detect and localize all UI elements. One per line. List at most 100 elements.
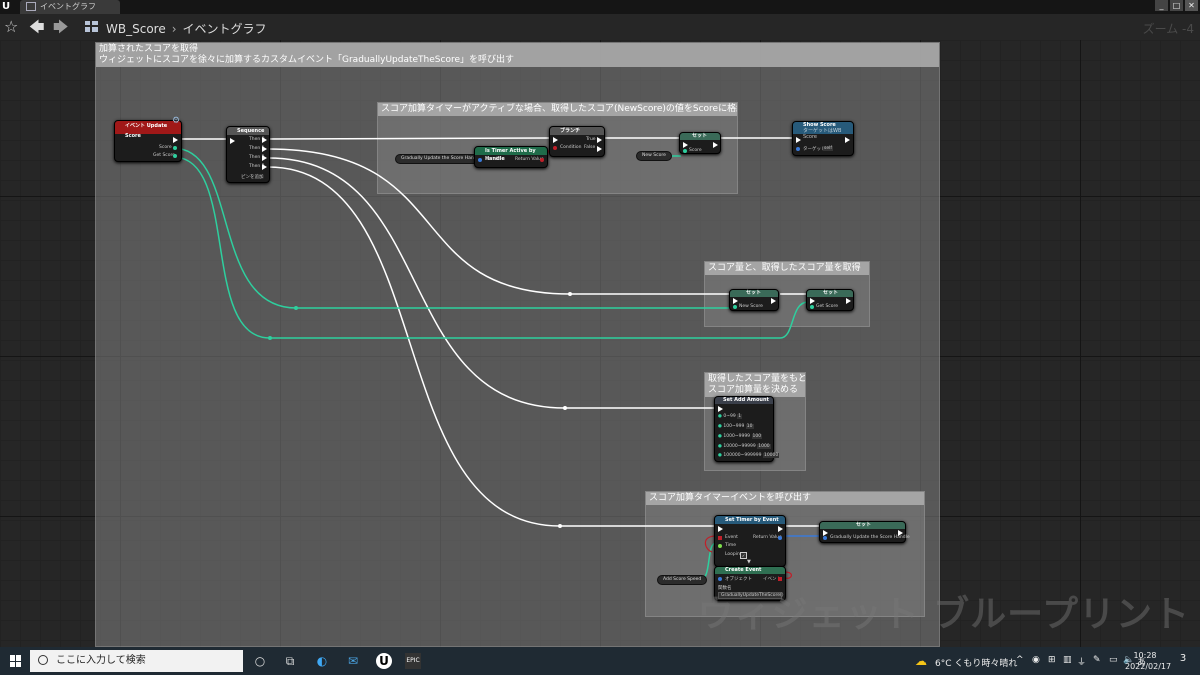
add-score-speed-getter[interactable]: Add Score Speed bbox=[657, 575, 708, 585]
reroute-node[interactable] bbox=[558, 524, 562, 528]
then-2-pin[interactable] bbox=[262, 155, 267, 161]
false-pin[interactable] bbox=[597, 146, 602, 152]
clock[interactable]: 10:28 2022/02/17 bbox=[1125, 650, 1171, 672]
range-value-1[interactable]: 10 bbox=[745, 424, 754, 429]
condition-dot[interactable] bbox=[553, 146, 557, 150]
unreal-engine-icon[interactable]: U bbox=[376, 653, 392, 669]
sequence-node[interactable]: Sequence Then 0 Then 1 Then 2 Then 3 ピンを… bbox=[226, 126, 270, 183]
range-value-0[interactable]: 1 bbox=[737, 414, 743, 419]
set-new-score-pin: New Score bbox=[739, 304, 763, 309]
set-new-score-node[interactable]: セット New Score bbox=[729, 289, 779, 311]
set-handle-node[interactable]: セット Gradually Update the Score Handle bbox=[819, 521, 910, 543]
handle-getter[interactable]: Gradually Update the Score Handle bbox=[395, 154, 487, 164]
breadcrumb-asset[interactable]: WB_Score bbox=[106, 22, 166, 36]
create-event-title: Create Event bbox=[725, 567, 762, 573]
forward-arrow-icon[interactable]: 🡆 bbox=[53, 17, 69, 42]
weather-text[interactable]: 6°C くもり時々晴れ bbox=[935, 656, 1017, 669]
exec-out-pin[interactable] bbox=[173, 137, 178, 143]
exec-out-pin[interactable] bbox=[771, 298, 776, 304]
range-value-4[interactable]: 10000 bbox=[762, 453, 780, 458]
return-out-dot[interactable] bbox=[540, 158, 544, 162]
set-get-score-node[interactable]: セット Get Score bbox=[806, 289, 854, 311]
set-timer-by-event-node[interactable]: Set Timer by Event Event Return Value Ti… bbox=[714, 515, 786, 567]
return-out-dot[interactable] bbox=[778, 536, 782, 540]
tray-app3-icon[interactable]: ▥ bbox=[1063, 655, 1072, 665]
get-score-in-dot[interactable] bbox=[810, 305, 814, 309]
cortana-icon[interactable]: ○ bbox=[252, 653, 268, 669]
set-add-amount-node[interactable]: Set Add Amount ● 0~99 1 ● 100~999 10 ● 1… bbox=[714, 396, 780, 462]
expand-arrow-icon[interactable]: ▼ bbox=[747, 559, 751, 565]
maximize-button[interactable]: □ bbox=[1170, 0, 1183, 11]
time-in-dot[interactable] bbox=[718, 544, 722, 548]
exec-in-pin[interactable] bbox=[553, 137, 558, 143]
reroute-node[interactable] bbox=[563, 406, 567, 410]
exec-out-pin[interactable] bbox=[845, 137, 850, 143]
exec-out-pin[interactable] bbox=[846, 298, 851, 304]
reroute-node[interactable] bbox=[294, 306, 298, 310]
exec-in-pin[interactable] bbox=[733, 298, 738, 304]
handle-in-dot[interactable] bbox=[478, 158, 482, 162]
set-score-node[interactable]: セット Score bbox=[679, 132, 721, 154]
exec-in-pin[interactable] bbox=[683, 142, 688, 148]
epic-games-icon[interactable]: EPIC bbox=[405, 653, 421, 669]
event-update-score-node[interactable]: イベント Update Score Score Get Score bbox=[114, 120, 182, 162]
event-pin-score-dot[interactable] bbox=[173, 146, 177, 150]
set-timer-event: Event bbox=[725, 535, 738, 540]
favorite-star-icon[interactable]: ☆ bbox=[4, 17, 18, 36]
is-timer-active-node[interactable]: Is Timer Active by Handle Handle Return … bbox=[474, 146, 548, 168]
close-button[interactable]: ✕ bbox=[1185, 0, 1198, 11]
show-score-node[interactable]: Show Score ターゲットはWB Score ターゲット self bbox=[792, 121, 854, 156]
target-dot[interactable] bbox=[796, 147, 800, 151]
then-3-pin[interactable] bbox=[262, 164, 267, 170]
graph-canvas[interactable]: 加算されたスコアを取得 ウィジェットにスコアを徐々に加算するカスタムイベント「G… bbox=[0, 40, 1200, 647]
event-out-dot[interactable] bbox=[778, 577, 782, 581]
new-score-getter[interactable]: New Score bbox=[636, 151, 672, 161]
taskbar-search[interactable]: ここに入力して検索 bbox=[30, 650, 243, 672]
tray-chevron-icon[interactable]: ^ bbox=[1016, 655, 1024, 665]
event-in-dot[interactable] bbox=[718, 536, 722, 540]
exec-out-pin[interactable] bbox=[713, 142, 718, 148]
title-bar: U イベントグラフ _ □ ✕ bbox=[0, 0, 1200, 14]
breadcrumb-graph[interactable]: イベントグラフ bbox=[183, 22, 267, 36]
exec-in-pin[interactable] bbox=[796, 137, 801, 143]
exec-in-pin[interactable] bbox=[230, 138, 235, 144]
sequence-add-pin[interactable]: ピンを追加 bbox=[241, 174, 264, 180]
range-value-3[interactable]: 1000 bbox=[757, 444, 771, 449]
exec-in-pin[interactable] bbox=[718, 406, 723, 412]
tray-app5-icon[interactable]: ✎ bbox=[1093, 655, 1101, 665]
then-0-pin[interactable] bbox=[262, 137, 267, 143]
handle-in-dot[interactable] bbox=[823, 536, 827, 540]
tray-app2-icon[interactable]: ⊞ bbox=[1048, 655, 1056, 665]
document-tab[interactable]: イベントグラフ bbox=[20, 0, 120, 14]
reroute-node[interactable] bbox=[268, 336, 272, 340]
tray-app-icon[interactable]: ◉ bbox=[1032, 655, 1040, 665]
new-score-in-dot[interactable] bbox=[733, 305, 737, 309]
exec-in-pin[interactable] bbox=[810, 298, 815, 304]
mail-icon[interactable]: ✉ bbox=[345, 653, 361, 669]
object-in-dot[interactable] bbox=[718, 577, 722, 581]
notification-icon[interactable]: 3 bbox=[1175, 653, 1191, 669]
exec-out-pin[interactable] bbox=[778, 526, 783, 532]
back-arrow-icon[interactable]: 🡄 bbox=[29, 17, 45, 42]
looping-checkbox[interactable]: ✓ bbox=[740, 552, 747, 559]
show-score-subtitle: ターゲットはWB Score bbox=[803, 128, 842, 140]
task-view-icon[interactable]: ⧉ bbox=[282, 653, 298, 669]
breadcrumb-bar: ☆ 🡄 🡆 WB_Score › イベントグラフ ズーム -4 bbox=[0, 14, 1200, 40]
minimize-button[interactable]: _ bbox=[1155, 0, 1168, 11]
event-pin-getscore-dot[interactable] bbox=[173, 154, 177, 158]
reroute-node[interactable] bbox=[568, 292, 572, 296]
then-1-pin[interactable] bbox=[262, 146, 267, 152]
exec-in-pin[interactable] bbox=[718, 526, 723, 532]
network-icon[interactable]: ▭ bbox=[1109, 655, 1118, 665]
score-in-dot[interactable] bbox=[683, 149, 687, 153]
branch-node[interactable]: ブランチ True Condition False bbox=[549, 126, 605, 157]
range-value-2[interactable]: 100 bbox=[751, 434, 763, 439]
true-pin[interactable] bbox=[597, 137, 602, 143]
windows-start-icon[interactable] bbox=[10, 655, 22, 667]
edge-icon[interactable]: ◐ bbox=[314, 653, 330, 669]
set-get-score-title: セット bbox=[823, 290, 839, 296]
weather-icon: ☁ bbox=[915, 654, 927, 668]
set-handle-header: セット bbox=[820, 522, 905, 529]
tray-app4-icon[interactable]: ⏚ bbox=[1077, 655, 1086, 668]
set-get-score-pin: Get Score bbox=[816, 304, 839, 309]
